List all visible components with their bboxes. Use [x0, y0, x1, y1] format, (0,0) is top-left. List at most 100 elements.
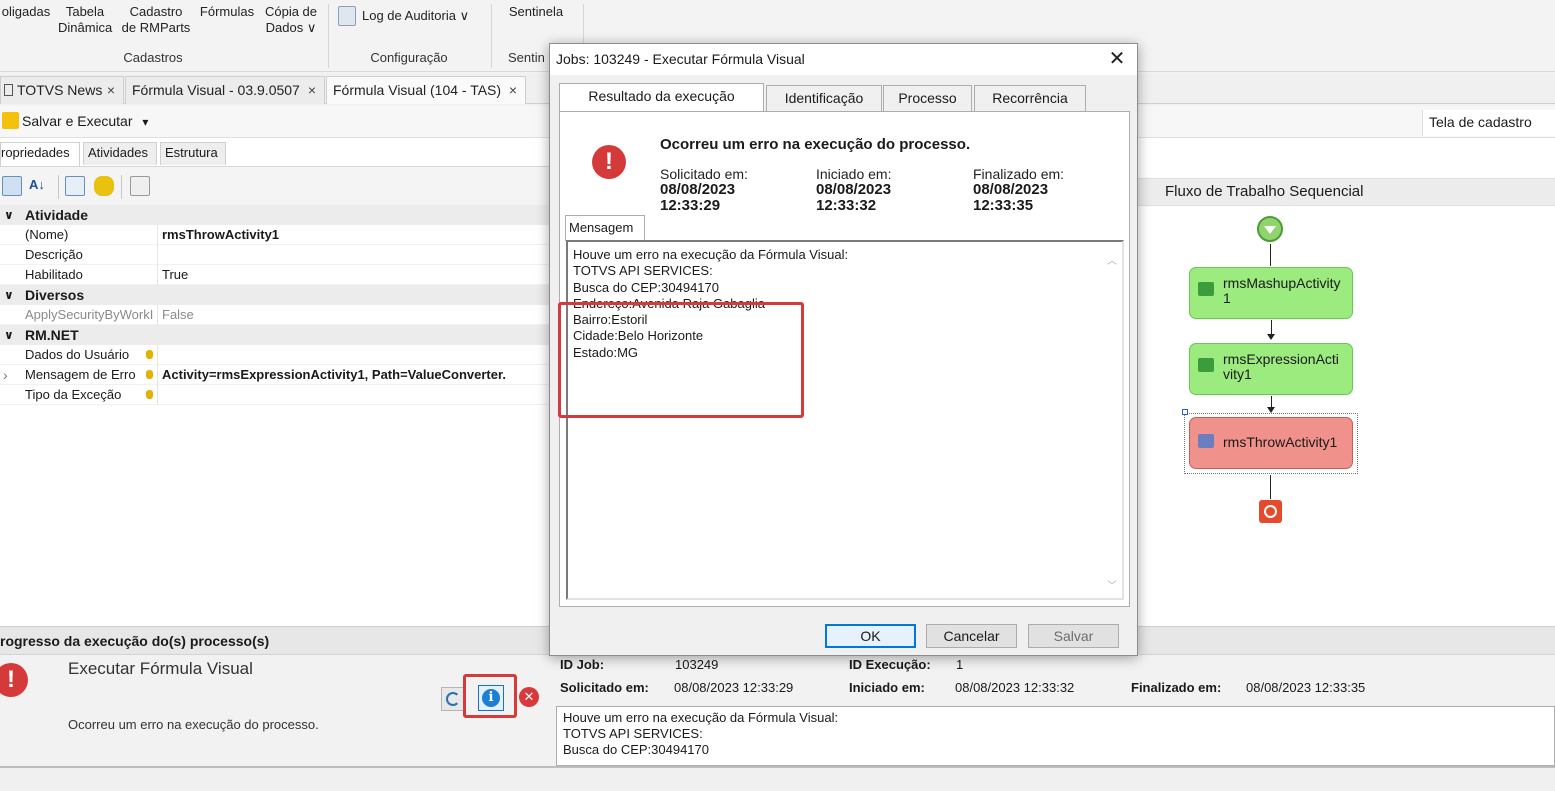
- end-icon[interactable]: [1259, 500, 1282, 523]
- property-row-nome[interactable]: (Nome) rmsThrowActivity1: [0, 225, 556, 245]
- scroll-up-icon[interactable]: ︿: [1107, 252, 1117, 267]
- cancel-button[interactable]: Cancelar: [926, 624, 1017, 648]
- ribbon-group-configuracao: Configuração: [370, 50, 448, 65]
- properties-icon[interactable]: [65, 176, 85, 196]
- chevron-down-icon[interactable]: ∨: [4, 325, 14, 345]
- resultado-page: ! Ocorreu um erro na execução do process…: [558, 111, 1130, 607]
- separator: [58, 175, 59, 199]
- save-button[interactable]: Salvar: [1028, 624, 1119, 648]
- tab-mensagem[interactable]: Mensagem: [565, 215, 645, 241]
- id-execucao-label: ID Execução:: [849, 657, 931, 672]
- save-execute-label: Salvar e Executar: [22, 113, 133, 129]
- scrollbar[interactable]: ︿ ﹀: [1103, 244, 1120, 596]
- category-rmnet[interactable]: ∨ RM.NET: [0, 325, 556, 345]
- divider: [157, 385, 158, 405]
- tab-estrutura[interactable]: Estrutura: [160, 142, 226, 165]
- arrow-down-icon: [1267, 334, 1275, 340]
- property-row-mensagem-erro[interactable]: › Mensagem de Erro Activity=rmsExpressio…: [0, 365, 556, 385]
- property-row-dados-usuario[interactable]: Dados do Usuário: [0, 345, 556, 365]
- dialog-title: Jobs: 103249 - Executar Fórmula Visual: [550, 44, 1137, 75]
- chevron-down-icon[interactable]: ∨: [4, 285, 14, 305]
- message-box[interactable]: Houve um erro na execução da Fórmula Vis…: [566, 240, 1124, 600]
- tab-identificacao[interactable]: Identificação: [766, 85, 882, 111]
- property-row-tipo-excecao[interactable]: Tipo da Exceção: [0, 385, 556, 405]
- close-icon[interactable]: ×: [509, 77, 517, 103]
- start-icon[interactable]: [1257, 216, 1283, 242]
- finalizado-value: 08/08/2023 12:33:35: [1246, 680, 1366, 695]
- tab-processo[interactable]: Processo: [883, 85, 972, 111]
- close-icon[interactable]: ✕: [1105, 48, 1129, 72]
- solicitado-value: 08/08/2023 12:33:29: [660, 182, 770, 214]
- close-icon[interactable]: ×: [107, 77, 115, 103]
- expression-activity-icon: [1198, 358, 1214, 372]
- tab-atividades[interactable]: Atividades: [83, 142, 157, 165]
- ok-button[interactable]: OK: [825, 624, 916, 648]
- activity-rmsthrowactivity1[interactable]: rmsThrowActivity1: [1189, 417, 1353, 469]
- log-auditoria-icon: [338, 6, 356, 26]
- tela-de-cadastro-field[interactable]: Tela de cadastro: [1422, 110, 1555, 136]
- activity-rmsexpressionactivity1[interactable]: rmsExpressionActi vity1: [1189, 343, 1353, 395]
- category-diversos[interactable]: ∨ Diversos: [0, 285, 556, 305]
- ribbon-coligadas-button[interactable]: oligadas: [0, 4, 52, 20]
- property-value[interactable]: rmsThrowActivity1: [162, 225, 554, 245]
- categorized-icon[interactable]: [2, 176, 22, 196]
- save-execute-icon: [2, 112, 19, 129]
- close-icon[interactable]: ×: [308, 77, 316, 103]
- property-value[interactable]: Activity=rmsExpressionActivity1, Path=Va…: [162, 365, 554, 385]
- id-execucao-value: 1: [956, 657, 964, 672]
- tab-recorrencia[interactable]: Recorrência: [974, 85, 1086, 111]
- ribbon-cadastro-rmparts-button[interactable]: Cadastro de RMParts: [120, 4, 192, 36]
- process-name: Executar Fórmula Visual: [68, 659, 253, 678]
- database-icon[interactable]: [94, 176, 114, 196]
- ribbon-separator: [328, 4, 329, 68]
- property-row-descricao[interactable]: Descrição: [0, 245, 556, 265]
- property-pages-icon[interactable]: [130, 176, 150, 196]
- ribbon-copia-dados-button[interactable]: Cópia de Dados ∨: [262, 4, 320, 36]
- tab-totvs-news[interactable]: TOTVS News ×: [0, 76, 124, 104]
- property-toolbar: A↓: [0, 166, 556, 206]
- save-execute-button[interactable]: Salvar e Executar ▾: [22, 113, 148, 129]
- property-value[interactable]: False: [162, 305, 554, 325]
- cancel-process-icon[interactable]: ✕: [519, 687, 539, 707]
- ribbon-group-cadastros: Cadastros: [123, 50, 183, 65]
- expand-icon[interactable]: ›: [3, 365, 8, 385]
- category-atividade[interactable]: ∨ Atividade: [0, 205, 556, 225]
- error-icon: !: [592, 145, 626, 179]
- alphabetical-icon[interactable]: A↓: [27, 176, 47, 196]
- tab-formula-visual-104[interactable]: Fórmula Visual (104 - TAS) ×: [326, 76, 526, 104]
- solicitado-time: 12:33:29: [660, 197, 721, 214]
- dropdown-icon[interactable]: ▾: [142, 115, 148, 129]
- tab-formula-visual-0309[interactable]: Fórmula Visual - 03.9.0507 ×: [125, 76, 325, 104]
- job-dialog: Jobs: 103249 - Executar Fórmula Visual ✕…: [549, 43, 1138, 656]
- divider: [157, 345, 158, 365]
- status-bar: [0, 766, 1555, 791]
- finalizado-date: 08/08/2023: [973, 181, 1049, 198]
- property-name: Habilitado: [25, 267, 83, 282]
- property-name: (Nome): [25, 227, 69, 242]
- database-icon: [146, 350, 153, 359]
- iniciado-label: Iniciado em:: [816, 166, 892, 182]
- property-value[interactable]: True: [162, 265, 554, 285]
- activity-rmsmashupactivity1[interactable]: rmsMashupActivity 1: [1189, 267, 1353, 319]
- mashup-activity-icon: [1198, 282, 1214, 296]
- property-row-habilitado[interactable]: Habilitado True: [0, 265, 556, 285]
- connector: [1270, 475, 1271, 499]
- ribbon-sentinela-button[interactable]: Sentinela: [500, 4, 572, 20]
- ribbon-formulas-button[interactable]: Fórmulas: [198, 4, 256, 20]
- divider: [157, 225, 158, 245]
- property-name: ApplySecurityByWorkI: [25, 307, 154, 322]
- database-icon: [146, 390, 153, 399]
- separator: [121, 175, 122, 199]
- property-row-applysecurity[interactable]: ApplySecurityByWorkI False: [0, 305, 556, 325]
- ribbon-tabela-dinamica-button[interactable]: Tabela Dinâmica: [58, 4, 112, 36]
- chevron-down-icon[interactable]: ∨: [4, 205, 14, 225]
- iniciado-date: 08/08/2023: [816, 181, 892, 198]
- progress-message-box[interactable]: Houve um erro na execução da Fórmula Vis…: [556, 706, 1555, 766]
- selection-handle[interactable]: [1182, 409, 1188, 415]
- tab-propriedades[interactable]: ropriedades: [0, 142, 80, 166]
- ribbon-log-auditoria-button[interactable]: Log de Auditoria ∨: [362, 8, 487, 24]
- scroll-down-icon[interactable]: ﹀: [1107, 577, 1117, 592]
- tab-resultado-execucao[interactable]: Resultado da execução: [559, 83, 764, 112]
- refresh-button[interactable]: [441, 687, 465, 711]
- tab-label: Fórmula Visual (104 - TAS): [333, 82, 502, 98]
